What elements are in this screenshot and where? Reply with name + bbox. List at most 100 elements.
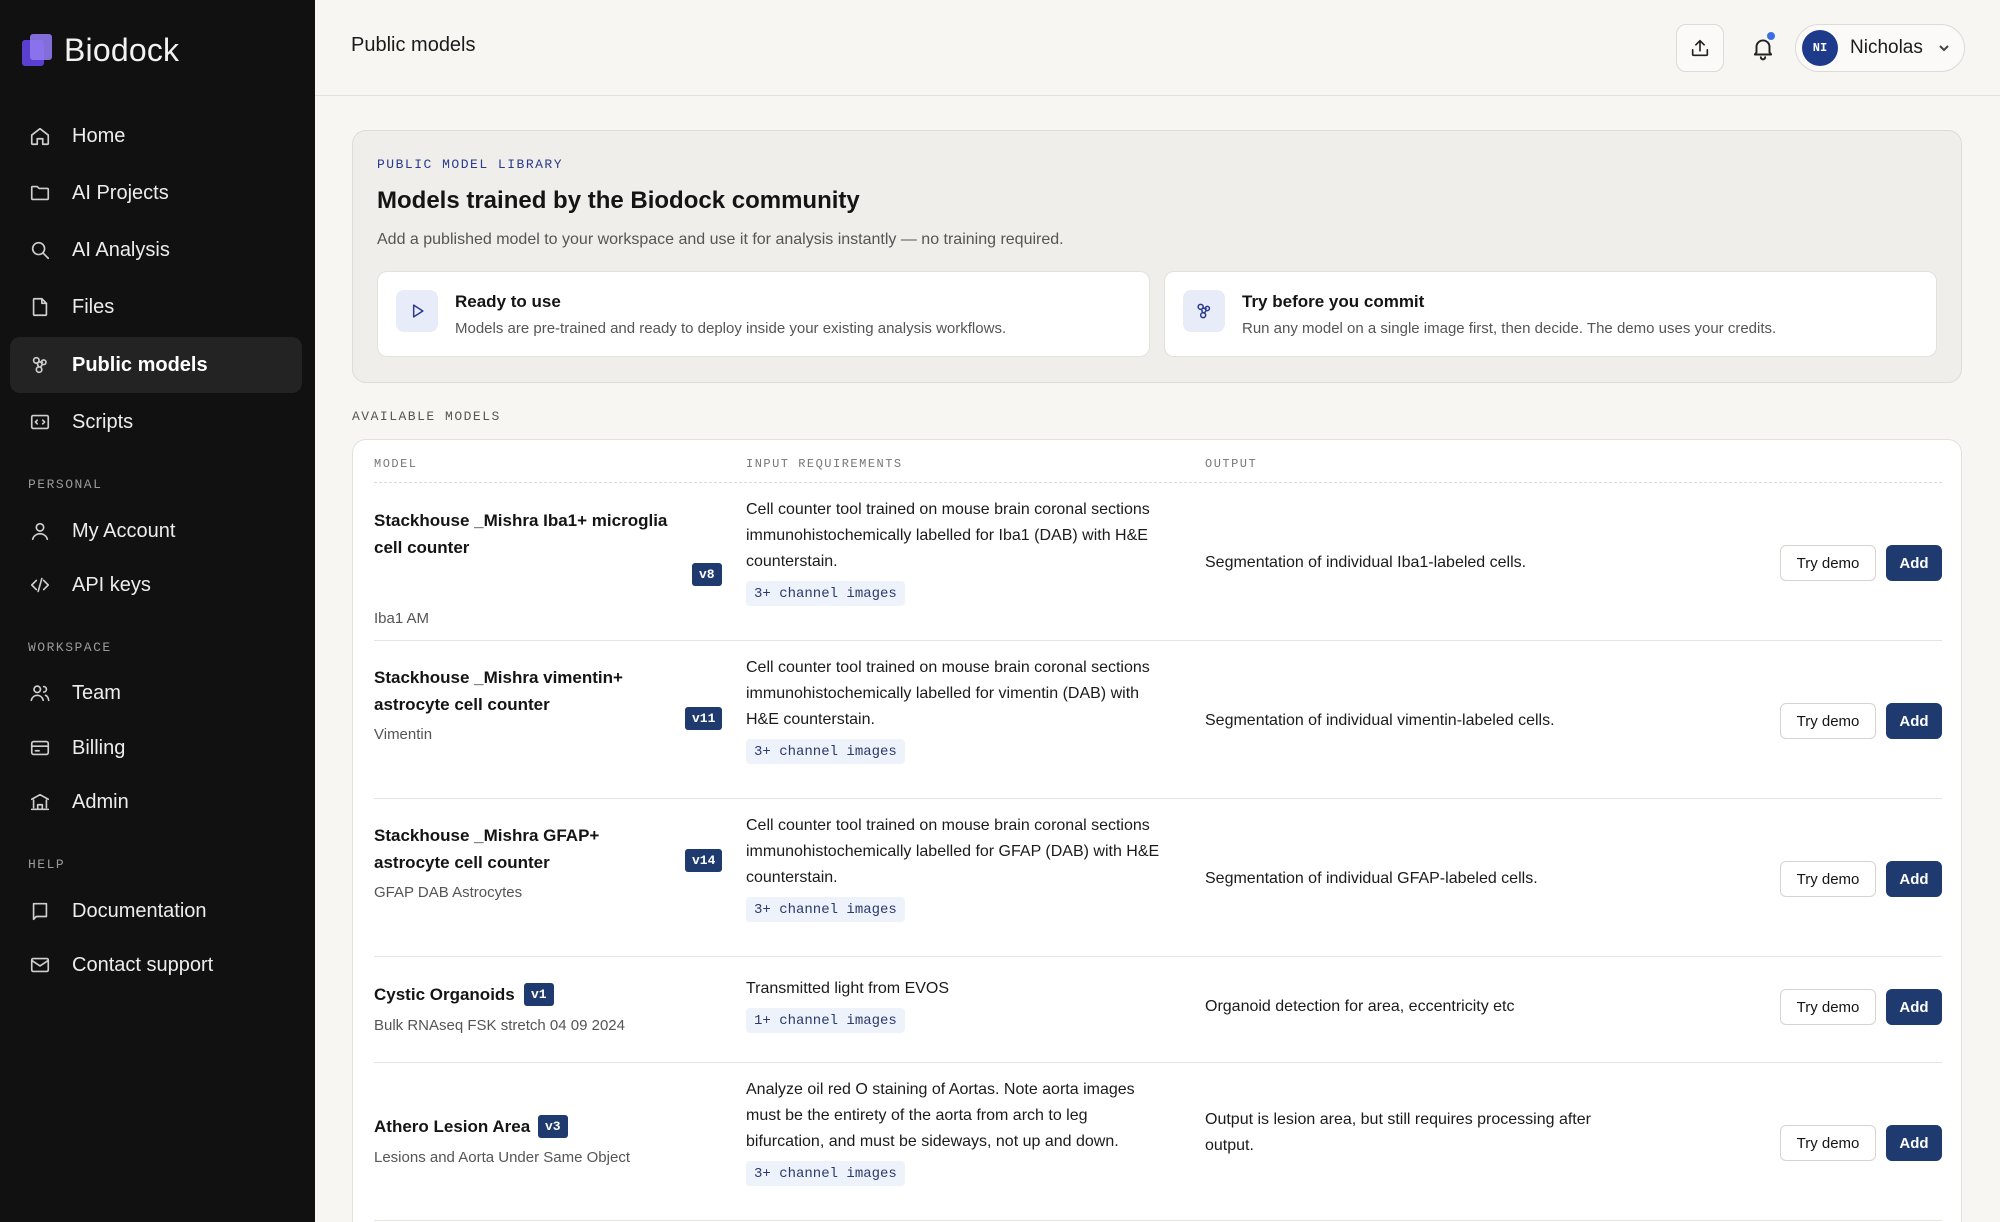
table-row: Athero Lesion Area v3 Lesions and Aorta … (374, 1063, 1942, 1221)
sidebar-item-home[interactable]: Home (10, 108, 302, 164)
model-name-line: astrocyte cell counter (374, 695, 550, 714)
channel-chip: 3+ channel images (746, 739, 905, 764)
avatar: NI (1802, 30, 1838, 66)
book-icon (28, 899, 52, 923)
model-name-line: Stackhouse _Mishra Iba1+ microglia (374, 511, 668, 530)
add-button[interactable]: Add (1886, 545, 1942, 581)
code-icon (28, 410, 52, 434)
model-name: Stackhouse _Mishra Iba1+ microglia cell … (374, 507, 674, 561)
sidebar-item-files[interactable]: Files (10, 279, 302, 335)
channel-chip: 3+ channel images (746, 897, 905, 922)
add-button[interactable]: Add (1886, 989, 1942, 1025)
output-line: Output is lesion area, but still require… (1205, 1111, 1591, 1128)
sidebar-item-contact-support[interactable]: Contact support (10, 937, 302, 993)
sidebar-item-ai-projects[interactable]: AI Projects (10, 165, 302, 221)
sidebar-item-ai-analysis[interactable]: AI Analysis (10, 222, 302, 278)
play-icon (396, 290, 438, 332)
top-header: Public models NI Nicholas (315, 0, 2000, 96)
models-table: MODEL INPUT REQUIREMENTS OUTPUT Stackhou… (352, 439, 1962, 1222)
model-name-line: Stackhouse _Mishra vimentin+ (374, 668, 623, 687)
sidebar-item-label: Scripts (72, 410, 134, 433)
biodock-logo-icon (22, 34, 54, 66)
add-button[interactable]: Add (1886, 1125, 1942, 1161)
channel-chip: 3+ channel images (746, 581, 905, 606)
try-demo-button[interactable]: Try demo (1780, 545, 1876, 581)
sidebar-item-label: Billing (72, 736, 126, 759)
model-name: Stackhouse _Mishra vimentin+ astrocyte c… (374, 664, 674, 718)
sidebar-item-label: Documentation (72, 899, 207, 922)
sidebar-item-scripts[interactable]: Scripts (10, 394, 302, 450)
sidebar-item-label: Admin (72, 790, 129, 813)
library-title: Models trained by the Biodock community (377, 187, 860, 214)
sidebar-item-documentation[interactable]: Documentation (10, 883, 302, 939)
sidebar-item-label: Team (72, 681, 121, 704)
output-line: Segmentation of individual vimentin-labe… (1205, 712, 1555, 729)
req-line: H&E counterstain. (746, 711, 875, 728)
sidebar: Biodock Home AI Projects AI Analysis Fil… (0, 0, 315, 1222)
model-name-line: cell counter (374, 538, 470, 557)
models-icon (28, 353, 52, 377)
model-name-line: astrocyte cell counter (374, 853, 550, 872)
sidebar-item-team[interactable]: Team (10, 665, 302, 721)
notification-dot (1765, 30, 1777, 42)
req-line: immunohistochemically labelled for GFAP … (746, 843, 1160, 860)
home-icon (28, 124, 52, 148)
sidebar-item-label: My Account (72, 519, 176, 542)
upload-button[interactable] (1676, 24, 1724, 72)
feature-desc: Models are pre-trained and ready to depl… (455, 320, 1007, 337)
notifications-button[interactable] (1739, 24, 1787, 72)
req-line: must be the entirety of the aorta from a… (746, 1107, 1088, 1124)
file-icon (28, 295, 52, 319)
model-name-line: Stackhouse _Mishra GFAP+ (374, 826, 600, 845)
model-subtitle: Bulk RNAseq FSK stretch 04 09 2024 (374, 1017, 625, 1034)
sidebar-item-public-models[interactable]: Public models (10, 337, 302, 393)
feature-desc: Run any model on a single image first, t… (1242, 320, 1777, 337)
sidebar-item-label: Files (72, 295, 115, 318)
sidebar-item-billing[interactable]: Billing (10, 720, 302, 776)
output-text: Segmentation of individual Iba1-labeled … (1205, 550, 1635, 576)
req-line: Cell counter tool trained on mouse brain… (746, 501, 1150, 518)
upload-icon (1691, 39, 1709, 57)
input-requirements: Cell counter tool trained on mouse brain… (746, 497, 1186, 575)
try-demo-button[interactable]: Try demo (1780, 989, 1876, 1025)
feature-title: Try before you commit (1242, 292, 1425, 311)
section-label-personal: PERSONAL (28, 477, 103, 492)
user-menu[interactable]: NI Nicholas (1795, 24, 1965, 72)
output-line: Organoid detection for area, eccentricit… (1205, 998, 1515, 1015)
library-eyebrow: PUBLIC MODEL LIBRARY (377, 157, 564, 172)
table-row: Stackhouse _Mishra GFAP+ astrocyte cell … (374, 799, 1942, 957)
section-label-workspace: WORKSPACE (28, 640, 112, 655)
column-header-output: OUTPUT (1205, 457, 1258, 471)
column-header-model: MODEL (374, 457, 418, 471)
req-line: Analyze oil red O staining of Aortas. No… (746, 1081, 1135, 1098)
input-requirements: Analyze oil red O staining of Aortas. No… (746, 1077, 1186, 1155)
sidebar-item-label: Public models (72, 353, 208, 376)
version-badge: v8 (692, 563, 722, 586)
models-icon (1183, 290, 1225, 332)
channel-chip: 3+ channel images (746, 1161, 905, 1186)
version-badge: v1 (524, 983, 554, 1006)
table-row: Stackhouse _Mishra vimentin+ astrocyte c… (374, 641, 1942, 799)
try-demo-button[interactable]: Try demo (1780, 1125, 1876, 1161)
sidebar-item-api-keys[interactable]: API keys (10, 557, 302, 613)
section-label-help: HELP (28, 857, 66, 872)
version-badge: v3 (538, 1115, 568, 1138)
add-button[interactable]: Add (1886, 703, 1942, 739)
try-demo-button[interactable]: Try demo (1780, 861, 1876, 897)
library-subtitle: Add a published model to your workspace … (377, 231, 1064, 248)
column-header-input: INPUT REQUIREMENTS (746, 457, 903, 471)
add-button[interactable]: Add (1886, 861, 1942, 897)
input-requirements: Cell counter tool trained on mouse brain… (746, 813, 1186, 891)
model-subtitle: Vimentin (374, 726, 433, 743)
feature-card-ready: Ready to use Models are pre-trained and … (377, 271, 1150, 357)
model-name-line: Athero Lesion Area (374, 1117, 531, 1136)
output-text: Output is lesion area, but still require… (1205, 1107, 1635, 1159)
model-name-line: Cystic Organoids (374, 985, 515, 1004)
brand[interactable]: Biodock (22, 30, 179, 70)
sidebar-item-label: Home (72, 124, 126, 147)
try-demo-button[interactable]: Try demo (1780, 703, 1876, 739)
code-brackets-icon (28, 573, 52, 597)
team-icon (28, 681, 52, 705)
sidebar-item-admin[interactable]: Admin (10, 774, 302, 830)
sidebar-item-my-account[interactable]: My Account (10, 503, 302, 559)
